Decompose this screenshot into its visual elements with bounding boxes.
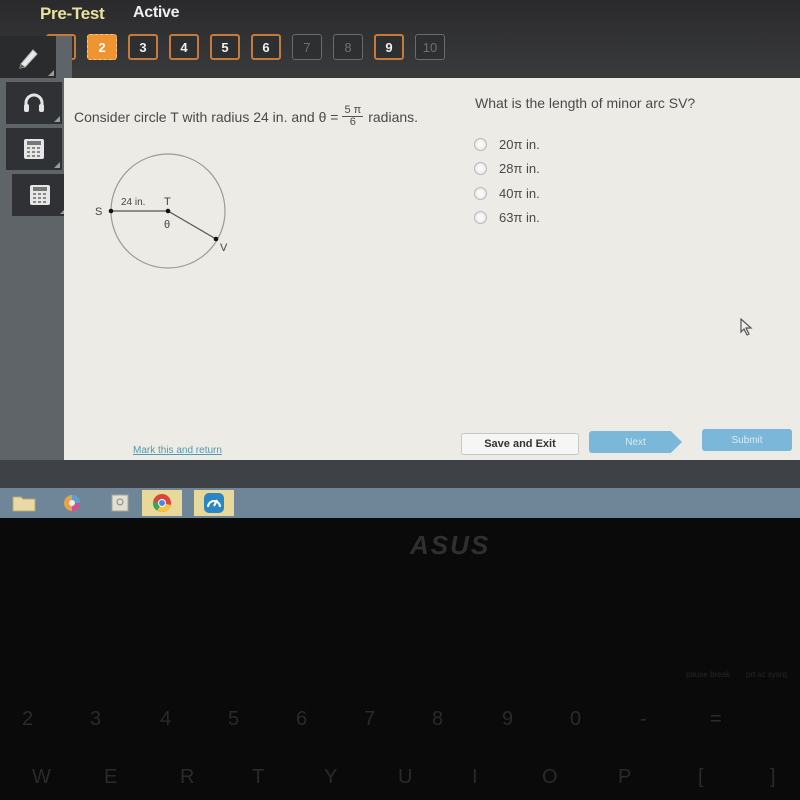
question-prompt: Consider circle T with radius 24 in. and… <box>74 105 418 128</box>
question-2-button[interactable]: 2 <box>87 34 117 60</box>
submit-button[interactable]: Submit <box>702 429 792 451</box>
answer-label: 20π in. <box>499 136 540 152</box>
radio-button[interactable] <box>474 186 487 200</box>
key: 4 <box>160 708 172 730</box>
question-navigation: 1 2 3 4 5 6 7 8 9 10 <box>46 34 445 60</box>
calculator-icon <box>24 139 44 159</box>
key-prt-sc: prt sc sysrq <box>746 670 787 679</box>
file-explorer-taskbar-button[interactable] <box>4 490 44 516</box>
key: Y <box>324 766 338 788</box>
key: 0 <box>570 708 582 730</box>
question-7-button[interactable]: 7 <box>292 34 322 60</box>
key: 3 <box>90 708 102 730</box>
headphones-icon <box>24 93 44 112</box>
key: I <box>472 766 478 788</box>
window-bottom-edge <box>0 460 800 488</box>
folder-icon <box>12 496 36 512</box>
key: [ <box>698 766 704 788</box>
save-and-exit-button[interactable]: Save and Exit <box>461 433 579 455</box>
mouse-cursor-icon <box>740 318 753 336</box>
question-ask: What is the length of minor arc SV? <box>475 95 696 111</box>
label-t: T <box>164 196 171 208</box>
question-5-button[interactable]: 5 <box>210 34 240 60</box>
key: 5 <box>228 708 240 730</box>
prompt-text: Consider circle T with radius 24 in. and… <box>74 108 339 125</box>
mark-and-return-link[interactable]: Mark this and return <box>133 445 222 456</box>
circle-diagram: S 24 in. T θ V <box>95 153 228 269</box>
calculator-tool-button-2[interactable] <box>12 174 68 216</box>
chrome-taskbar-button[interactable] <box>142 490 182 516</box>
prompt-units: radians. <box>368 108 419 125</box>
calculator-tool-button[interactable] <box>6 128 62 170</box>
key: = <box>710 708 722 730</box>
label-theta: θ <box>164 219 170 231</box>
radio-button[interactable] <box>474 137 487 151</box>
laptop-bezel <box>0 518 800 800</box>
question-6-button[interactable]: 6 <box>251 34 281 60</box>
point-t-dot <box>165 208 171 214</box>
answer-option[interactable]: 40π in. <box>474 181 540 206</box>
key: 6 <box>296 708 308 730</box>
gauge-icon <box>204 493 224 513</box>
speedtest-taskbar-button[interactable] <box>194 490 234 516</box>
document-icon <box>111 494 129 512</box>
color-wheel-icon <box>64 495 80 511</box>
answer-label: 63π in. <box>499 210 540 226</box>
key: 7 <box>364 708 376 730</box>
question-3-button[interactable]: 3 <box>128 34 158 60</box>
key: - <box>640 708 647 730</box>
pencil-icon <box>19 49 38 69</box>
key: 9 <box>502 708 514 730</box>
key-pause-break: pause break <box>686 670 731 679</box>
answer-option[interactable]: 63π in. <box>474 206 540 231</box>
answer-option[interactable]: 20π in. <box>474 132 540 157</box>
test-name: Pre-Test <box>40 4 105 23</box>
key: T <box>252 766 265 788</box>
key: 8 <box>432 708 444 730</box>
key: P <box>618 766 632 788</box>
calculator-icon <box>30 185 50 205</box>
answer-option[interactable]: 28π in. <box>474 157 540 182</box>
documents-taskbar-button[interactable] <box>100 490 140 516</box>
radio-button[interactable] <box>474 211 487 225</box>
question-panel: Consider circle T with radius 24 in. and… <box>64 78 800 460</box>
photos-taskbar-button[interactable] <box>52 490 92 516</box>
tool-rail <box>0 36 72 476</box>
taskbar <box>0 488 800 518</box>
pencil-tool-button[interactable] <box>0 36 56 78</box>
answer-choices: 20π in. 28π in. 40π in. 63π in. <box>474 132 540 230</box>
key: U <box>398 766 413 788</box>
answer-label: 40π in. <box>499 185 540 201</box>
theta-denominator: 6 <box>349 116 356 128</box>
answer-label: 28π in. <box>499 161 540 177</box>
key: 2 <box>22 708 34 730</box>
test-header: Pre-Test Active 1 2 3 4 5 6 7 8 9 10 <box>0 0 800 80</box>
point-v-dot <box>213 236 219 242</box>
question-8-button[interactable]: 8 <box>333 34 363 60</box>
next-button[interactable]: Next <box>589 431 682 453</box>
key: E <box>104 766 118 788</box>
chrome-icon <box>152 494 171 513</box>
audio-tool-button[interactable] <box>6 82 62 124</box>
point-s-dot <box>108 208 114 214</box>
label-radius: 24 in. <box>121 197 145 208</box>
screen-photo: Pre-Test Active 1 2 3 4 5 6 7 8 9 10 <box>0 0 800 800</box>
key: W <box>32 766 51 788</box>
label-s: S <box>95 206 102 218</box>
question-9-button[interactable]: 9 <box>374 34 404 60</box>
radio-button[interactable] <box>474 162 487 176</box>
question-10-button[interactable]: 10 <box>415 34 445 60</box>
test-status: Active <box>133 4 180 21</box>
key: R <box>180 766 195 788</box>
theta-fraction: 5 π 6 <box>342 105 364 128</box>
key: ] <box>770 766 776 788</box>
label-v: V <box>220 242 228 254</box>
laptop-brand-logo: ASUS <box>410 530 491 560</box>
key: O <box>542 766 558 788</box>
question-4-button[interactable]: 4 <box>169 34 199 60</box>
radius-tv <box>167 210 217 240</box>
